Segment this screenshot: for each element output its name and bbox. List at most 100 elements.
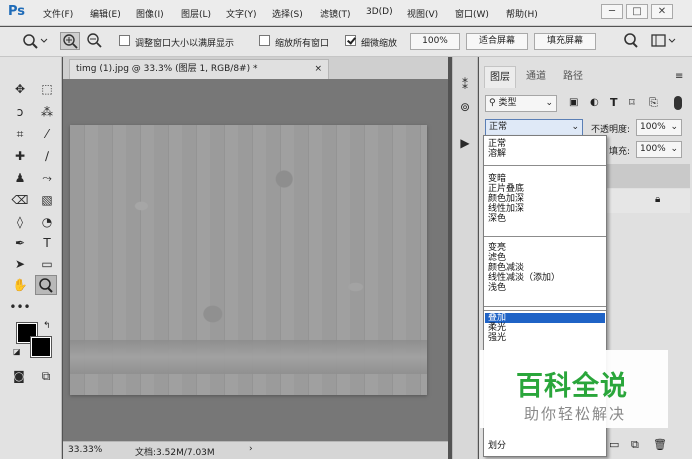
blend-option-divide[interactable]: 划分 (488, 441, 506, 451)
menu-file[interactable]: 文件(F) (43, 7, 73, 20)
resize-windows-checkbox[interactable] (119, 35, 130, 46)
blend-option-darken[interactable]: 变暗 (488, 174, 506, 184)
menu-image[interactable]: 图像(I) (136, 7, 164, 20)
photoshop-logo: Ps (8, 4, 26, 19)
chevron-down-icon: ⌄ (545, 98, 553, 108)
zoom-100-button[interactable]: 100% (410, 33, 460, 50)
tab-channels[interactable]: 通道 (519, 66, 553, 88)
search-icon[interactable] (622, 32, 640, 50)
panel-icon-strip: ⁑ ⊚ ▶ (452, 57, 478, 459)
blend-option-darker-color[interactable]: 深色 (488, 214, 506, 224)
blend-mode-select[interactable]: 正常 ⌄ (485, 119, 583, 136)
default-colors-icon[interactable]: ◪ (13, 347, 21, 356)
fill-input[interactable]: 100% ⌄ (636, 141, 682, 158)
quick-mask-icon[interactable]: ◙ (8, 366, 30, 386)
move-tool-icon[interactable]: ✥ (9, 79, 31, 99)
close-button[interactable]: ✕ (651, 4, 673, 19)
swap-colors-icon[interactable]: ↰ (43, 321, 51, 331)
restore-button[interactable]: □ (626, 4, 648, 19)
document-size: 文档:3.52M/7.03M (135, 448, 215, 458)
opacity-input[interactable]: 100% ⌄ (636, 119, 682, 136)
fill-screen-button[interactable]: 填充屏幕 (534, 33, 596, 50)
filter-pixel-icon[interactable]: ▣ (569, 97, 578, 108)
eyedropper-tool-icon[interactable]: ⁄ (36, 124, 58, 144)
filter-toggle-icon[interactable] (674, 96, 682, 110)
menu-help[interactable]: 帮助(H) (506, 7, 538, 20)
menu-type[interactable]: 文字(Y) (226, 7, 257, 20)
healing-brush-tool-icon[interactable]: ✚ (9, 146, 31, 166)
menu-3d[interactable]: 3D(D) (366, 7, 393, 17)
fit-screen-button[interactable]: 适合屏幕 (466, 33, 528, 50)
minimize-button[interactable]: ─ (601, 4, 623, 19)
pen-tool-icon[interactable]: ✒ (9, 233, 31, 253)
clone-stamp-tool-icon[interactable]: ♟ (9, 168, 31, 188)
filter-shape-icon[interactable]: ⌑ (629, 96, 635, 109)
type-tool-icon[interactable]: T (36, 233, 58, 253)
zoom-level[interactable]: 33.33% (68, 445, 102, 455)
marquee-tool-icon[interactable]: ⬚ (36, 79, 58, 99)
zoom-out-icon[interactable] (84, 32, 104, 50)
zoom-all-windows-checkbox[interactable] (259, 35, 270, 46)
dodge-tool-icon[interactable]: ◔ (36, 212, 58, 232)
close-tab-icon[interactable]: × (314, 60, 322, 78)
blend-option-screen[interactable]: 滤色 (488, 253, 506, 263)
watermark-title: 百科全说 (516, 371, 628, 402)
histogram-panel-icon[interactable]: ⁑ (454, 75, 476, 95)
new-group-icon[interactable]: ▭ (609, 438, 619, 451)
path-selection-tool-icon[interactable]: ➤ (9, 254, 31, 274)
blend-option-linear-dodge[interactable]: 线性减淡（添加） (488, 273, 560, 283)
menu-view[interactable]: 视图(V) (407, 7, 438, 20)
blend-option-lighter-color[interactable]: 浅色 (488, 283, 506, 293)
blend-option-hard-light[interactable]: 强光 (488, 333, 506, 343)
menu-filter[interactable]: 滤镜(T) (320, 7, 351, 20)
rectangle-tool-icon[interactable]: ▭ (36, 254, 58, 274)
blend-mode-value: 正常 (489, 122, 508, 132)
blur-tool-icon[interactable]: ◊ (9, 212, 31, 232)
menu-window[interactable]: 窗口(W) (455, 7, 489, 20)
blend-option-multiply[interactable]: 正片叠底 (488, 184, 524, 194)
dropdown-separator (484, 236, 606, 237)
menu-select[interactable]: 选择(S) (272, 7, 303, 20)
blend-option-lighten[interactable]: 变亮 (488, 243, 506, 253)
gradient-tool-icon[interactable]: ▧ (36, 190, 58, 210)
zoom-tool-icon[interactable] (35, 275, 57, 295)
magic-wand-tool-icon[interactable]: ⁂ (36, 102, 58, 122)
screen-mode-icon[interactable]: ⧉ (35, 366, 57, 386)
document-tab[interactable]: timg (1).jpg @ 33.3% (图层 1, RGB/8#) * × (69, 59, 329, 79)
hand-tool-icon[interactable]: ✋ (9, 275, 31, 295)
workspace-icon[interactable] (650, 32, 678, 50)
scrubby-zoom-checkbox[interactable] (345, 35, 356, 46)
zoom-in-icon[interactable] (60, 32, 80, 50)
blend-option-soft-light[interactable]: 柔光 (488, 323, 506, 333)
eraser-tool-icon[interactable]: ⌫ (9, 190, 31, 210)
history-brush-tool-icon[interactable]: ⤳ (36, 168, 58, 188)
crop-tool-icon[interactable]: ⌗ (9, 124, 31, 144)
filter-adjustment-icon[interactable]: ◐ (590, 97, 599, 108)
tab-layers[interactable]: 图层 (484, 66, 516, 88)
blend-option-overlay[interactable]: 叠加 (488, 313, 506, 323)
resize-windows-label: 调整窗口大小以满屏显示 (135, 39, 235, 49)
delete-layer-icon[interactable]: 🗑︎ (653, 438, 667, 451)
blend-option-dissolve[interactable]: 溶解 (488, 149, 506, 159)
brush-tool-icon[interactable]: ∕ (36, 146, 58, 166)
new-layer-icon[interactable]: ⧉ (631, 438, 639, 452)
blend-option-linear-burn[interactable]: 线性加深 (488, 204, 524, 214)
fill-label: 填充: (609, 147, 631, 157)
blend-option-color-burn[interactable]: 颜色加深 (488, 194, 524, 204)
actions-play-icon[interactable]: ▶ (454, 133, 476, 153)
panel-menu-icon[interactable]: ≡ (675, 71, 683, 82)
tab-paths[interactable]: 路径 (556, 66, 590, 88)
menu-layer[interactable]: 图层(L) (181, 7, 211, 20)
zoom-tool-preset-icon[interactable] (20, 32, 48, 50)
properties-panel-icon[interactable]: ⊚ (454, 97, 476, 117)
menu-edit[interactable]: 编辑(E) (90, 7, 121, 20)
blend-option-normal[interactable]: 正常 (488, 139, 506, 149)
background-color-swatch[interactable] (30, 336, 52, 358)
filter-type-icon[interactable]: T (610, 96, 618, 109)
filter-smart-object-icon[interactable]: ⎘ (649, 96, 658, 110)
status-menu-arrow[interactable]: › (249, 444, 253, 454)
layer-filter-select[interactable]: ⚲ 类型 ⌄ (485, 95, 557, 112)
more-tools-icon[interactable]: ••• (9, 297, 31, 317)
blend-option-color-dodge[interactable]: 颜色减淡 (488, 263, 524, 273)
lasso-tool-icon[interactable]: ↄ (9, 102, 31, 122)
